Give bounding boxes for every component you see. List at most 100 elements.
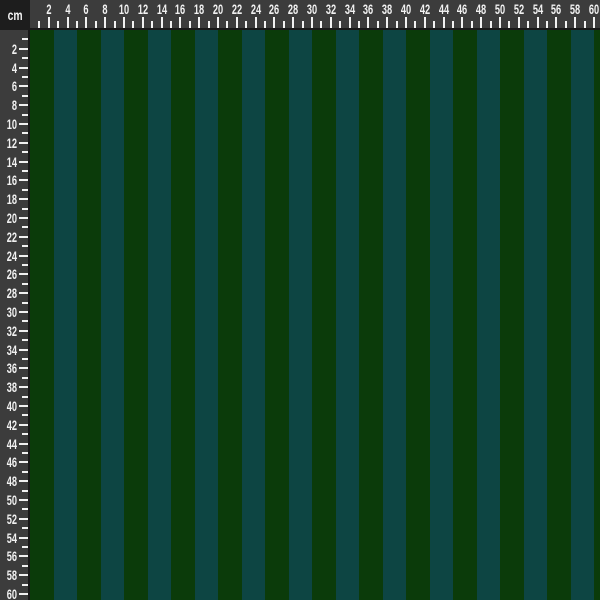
ruler-tick xyxy=(19,254,28,257)
ruler-tick xyxy=(22,583,28,586)
ruler-tick xyxy=(22,282,28,285)
ruler-tick xyxy=(22,546,28,548)
ruler-number: 52 xyxy=(6,510,17,527)
ruler-number: 28 xyxy=(6,285,17,302)
ruler-tick xyxy=(19,442,28,445)
ruler-tick xyxy=(22,301,28,304)
ruler-tick xyxy=(395,21,398,28)
ruler-tick xyxy=(47,17,50,28)
ruler-tick xyxy=(19,66,28,69)
stripe-dark-green xyxy=(453,30,477,600)
ruler-tick xyxy=(76,21,78,28)
ruler-number: 60 xyxy=(6,586,17,600)
ruler-number: 4 xyxy=(11,59,17,76)
ruler-tick xyxy=(19,405,28,407)
ruler-number: 24 xyxy=(6,247,17,264)
stripe-dark-teal xyxy=(147,30,171,600)
ruler-number: 42 xyxy=(6,416,17,433)
ruler-tick xyxy=(19,179,28,182)
ruler-tick xyxy=(141,17,144,28)
ruler-tick xyxy=(132,21,135,28)
ruler-tick xyxy=(508,21,511,28)
ruler-number: 48 xyxy=(6,473,17,490)
ruler-number: 50 xyxy=(494,1,506,17)
ruler-number: 32 xyxy=(325,1,336,17)
ruler-tick xyxy=(19,517,28,520)
ruler-number: 32 xyxy=(6,322,17,339)
ruler-number: 54 xyxy=(6,529,17,546)
ruler-number: 10 xyxy=(118,1,130,17)
stripe-dark-teal xyxy=(523,30,547,600)
ruler-tick xyxy=(22,38,28,41)
ruler-number: 22 xyxy=(231,1,242,17)
pattern-preview-screen: cm 2 4 6 8 10 12 14 16 18 20 22 24 26 28 30 32 34 36 38 40 4… xyxy=(0,0,600,600)
ruler-tick xyxy=(22,245,28,248)
stripe-dark-teal xyxy=(429,30,453,600)
ruler-tick xyxy=(320,21,323,28)
ruler-tick xyxy=(301,21,304,28)
ruler-tick xyxy=(22,564,28,567)
ruler-number: 18 xyxy=(6,191,17,208)
ruler-tick xyxy=(19,104,28,107)
ruler-tick xyxy=(188,21,191,28)
ruler-tick xyxy=(593,17,595,28)
horizontal-ruler: 2 4 6 8 10 12 14 16 18 20 22 24 26 28 30 32 34 36 38 40 42 44… xyxy=(30,0,600,30)
ruler-number: 12 xyxy=(6,134,17,151)
ruler-number: 2 xyxy=(11,40,17,57)
ruler-tick xyxy=(19,367,28,370)
ruler-number: 54 xyxy=(532,1,543,17)
ruler-number: 4 xyxy=(65,1,71,17)
stripe-dark-teal xyxy=(288,30,312,600)
ruler-tick xyxy=(461,17,464,28)
ruler-tick xyxy=(22,414,28,417)
ruler-number: 22 xyxy=(6,228,17,245)
ruler-tick xyxy=(19,47,28,50)
ruler-tick xyxy=(198,17,201,28)
ruler-number: 30 xyxy=(306,1,318,17)
ruler-tick xyxy=(19,123,28,125)
ruler-tick xyxy=(423,17,426,28)
ruler-tick xyxy=(367,17,370,28)
ruler-number: 6 xyxy=(11,78,17,95)
ruler-tick xyxy=(19,141,28,144)
ruler-tick xyxy=(489,21,492,28)
ruler-number: 44 xyxy=(438,1,449,17)
stripe-dark-green xyxy=(171,30,195,600)
ruler-tick xyxy=(574,17,577,28)
stripe-dark-green xyxy=(594,30,600,600)
ruler-tick xyxy=(85,17,88,28)
ruler-tick xyxy=(19,273,28,276)
ruler-tick xyxy=(22,358,28,360)
stripe-dark-teal xyxy=(476,30,500,600)
ruler-number: 50 xyxy=(6,492,17,508)
ruler-number: 44 xyxy=(6,435,17,452)
ruler-number: 24 xyxy=(250,1,261,17)
ruler-tick xyxy=(499,17,501,28)
ruler-tick xyxy=(19,555,28,558)
stripe-dark-teal xyxy=(241,30,265,600)
stripe-dark-green xyxy=(359,30,383,600)
ruler-tick xyxy=(19,536,28,539)
ruler-number: 20 xyxy=(6,210,17,226)
ruler-tick xyxy=(452,21,454,28)
ruler-number: 46 xyxy=(457,1,468,17)
ruler-tick xyxy=(22,339,28,342)
ruler-tick xyxy=(517,17,520,28)
ruler-number: 36 xyxy=(6,360,17,377)
ruler-tick xyxy=(66,17,69,28)
ruler-number: 26 xyxy=(6,266,17,283)
ruler-tick xyxy=(329,17,332,28)
ruler-tick xyxy=(19,423,28,426)
ruler-tick xyxy=(19,461,28,464)
ruler-tick xyxy=(151,21,154,28)
ruler-number: 2 xyxy=(46,1,52,17)
ruler-tick xyxy=(123,17,125,28)
ruler-tick xyxy=(564,21,567,28)
ruler-tick xyxy=(22,151,28,154)
ruler-tick xyxy=(292,17,295,28)
ruler-tick xyxy=(217,17,219,28)
ruler-tick xyxy=(348,17,351,28)
stripe-dark-teal xyxy=(570,30,594,600)
ruler-tick xyxy=(22,113,28,116)
ruler-tick xyxy=(22,188,28,191)
